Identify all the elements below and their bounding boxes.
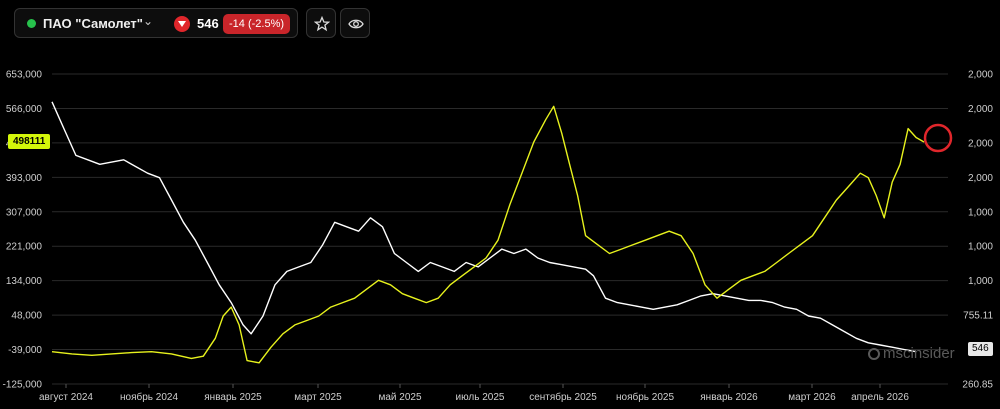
price-chart[interactable]: 653,0002,000566,0002,000480,0002,000393,… bbox=[0, 48, 1000, 409]
y-tick-label: 653,000 bbox=[6, 70, 43, 81]
x-tick-label: июль 2025 bbox=[456, 392, 505, 403]
price-down-icon bbox=[174, 16, 190, 32]
y2-tick-label: 2,000 bbox=[968, 138, 993, 149]
y-tick-label: 307,000 bbox=[6, 207, 43, 218]
y-tick-label: -39,000 bbox=[8, 345, 42, 356]
y-tick-label: -125,000 bbox=[3, 380, 43, 391]
y2-tick-label: 2,000 bbox=[968, 104, 993, 115]
ticker-selector[interactable]: ПАО "Самолет" ⌄ 546 -14 (-2.5%) bbox=[14, 8, 298, 38]
x-tick-label: ноябрь 2025 bbox=[616, 391, 674, 403]
y2-tick-label: 1,000 bbox=[968, 207, 993, 218]
x-tick-label: март 2025 bbox=[294, 392, 342, 403]
status-dot-icon bbox=[27, 19, 36, 28]
x-tick-label: май 2025 bbox=[378, 392, 421, 403]
y-tick-label: 48,000 bbox=[11, 311, 42, 322]
y-tick-label: 134,000 bbox=[6, 276, 43, 287]
y2-tick-label: 755.11 bbox=[963, 311, 993, 322]
toolbar: ПАО "Самолет" ⌄ 546 -14 (-2.5%) bbox=[0, 0, 1000, 48]
chevron-down-icon[interactable]: ⌄ bbox=[143, 14, 153, 28]
current-price: 546 bbox=[197, 16, 219, 31]
x-tick-label: ноябрь 2024 bbox=[120, 391, 178, 403]
x-tick-label: август 2024 bbox=[39, 392, 93, 403]
watch-button[interactable] bbox=[340, 8, 370, 38]
price-change-badge: -14 (-2.5%) bbox=[223, 14, 291, 34]
y2-tick-label: 1,000 bbox=[968, 242, 993, 253]
y2-tick-label: 2,000 bbox=[968, 70, 993, 81]
watermark: mscinsider bbox=[868, 345, 955, 362]
series-line-0 bbox=[51, 101, 917, 353]
left-value-badge: 498111 bbox=[8, 134, 51, 149]
star-icon bbox=[314, 16, 330, 32]
y-tick-label: 393,000 bbox=[6, 173, 43, 184]
y2-tick-label: 260.85 bbox=[962, 380, 993, 391]
x-tick-label: апрель 2026 bbox=[851, 392, 909, 403]
y2-tick-label: 2,000 bbox=[968, 173, 993, 184]
ticker-name: ПАО "Самолет" bbox=[43, 16, 143, 31]
logo-icon bbox=[868, 348, 880, 360]
highlight-circle-marker bbox=[923, 123, 953, 153]
x-tick-label: март 2026 bbox=[788, 392, 836, 403]
x-tick-label: январь 2025 bbox=[204, 392, 262, 403]
eye-icon bbox=[348, 19, 364, 29]
x-tick-label: январь 2026 bbox=[700, 392, 758, 403]
series-line-1 bbox=[51, 105, 925, 364]
y2-tick-label: 1,000 bbox=[968, 276, 993, 287]
y-tick-label: 221,000 bbox=[6, 242, 43, 253]
right-value-badge: 546 bbox=[968, 342, 993, 356]
watermark-text: mscinsider bbox=[883, 345, 955, 362]
x-tick-label: сентябрь 2025 bbox=[529, 391, 597, 403]
favorite-button[interactable] bbox=[306, 8, 336, 38]
y-tick-label: 566,000 bbox=[6, 104, 43, 115]
